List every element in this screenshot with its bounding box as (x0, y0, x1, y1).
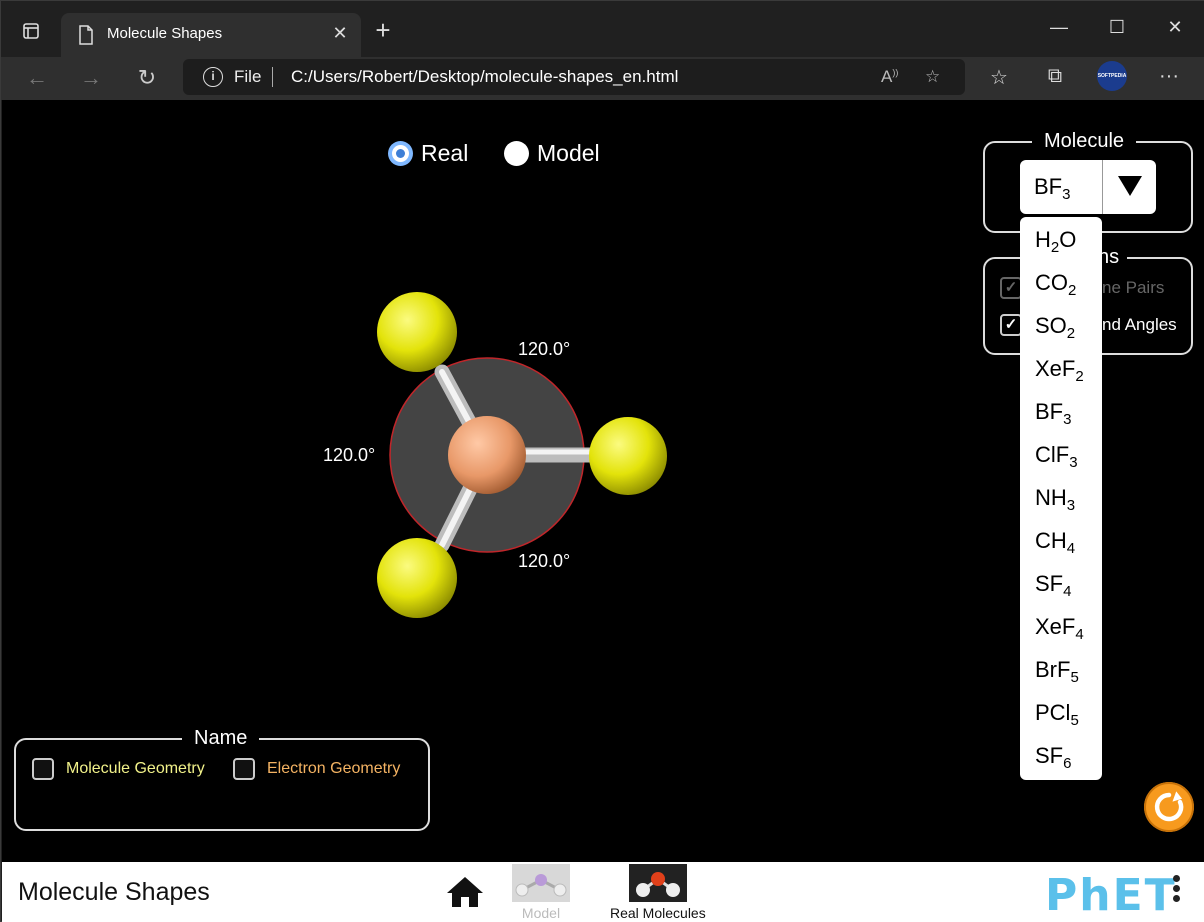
molecule-geometry-option[interactable]: Molecule Geometry (32, 758, 205, 780)
screen-button-real-molecules[interactable]: Real Molecules (610, 864, 706, 921)
terminal-atom[interactable] (377, 292, 457, 372)
electron-geometry-option[interactable]: Electron Geometry (233, 758, 400, 780)
url-divider (272, 67, 273, 87)
molecule-geometry-checkbox[interactable] (32, 758, 54, 780)
close-tab-icon[interactable]: ✕ (329, 23, 351, 44)
bond-angles-label: nd Angles (1102, 315, 1177, 334)
page-icon (79, 25, 93, 45)
tab-title: Molecule Shapes (107, 25, 223, 42)
favorites-icon[interactable]: ☆ (985, 65, 1013, 90)
address-bar[interactable]: i File C:/Users/Robert/Desktop/molecule-… (183, 59, 965, 95)
dropdown-item-ch4[interactable]: CH4 (1035, 528, 1075, 568)
bond-angle-label: 120.0° (518, 551, 571, 571)
close-window-icon[interactable]: ✕ (1155, 13, 1195, 43)
dropdown-item-so2[interactable]: SO2 (1035, 313, 1075, 353)
reset-all-button[interactable] (1144, 782, 1194, 832)
dropdown-item-brf5[interactable]: BrF5 (1035, 657, 1079, 697)
dropdown-item-xef4[interactable]: XeF4 (1035, 614, 1084, 654)
new-tab-button[interactable]: + (369, 15, 397, 45)
simulation-area: Real Model 120.0° 120.0° 120.0° ns ✓ ne … (2, 100, 1204, 862)
radio-model[interactable]: Model (504, 140, 600, 167)
phet-logo[interactable]: PhET (1045, 870, 1177, 921)
bond-angle-label: 120.0° (518, 339, 571, 359)
address-toolbar: ← → ↻ i File C:/Users/Robert/Desktop/mol… (1, 57, 1204, 100)
real-molecules-screen-icon (628, 864, 687, 902)
molecule-dropdown-list: H2O CO2 SO2 XeF2 BF3 ClF3 NH3 CH4 SF4 Xe… (1020, 217, 1102, 780)
title-bar: Molecule Shapes ✕ + — ☐ ✕ (1, 1, 1204, 57)
central-atom[interactable] (448, 416, 526, 494)
dropdown-item-sf4[interactable]: SF4 (1035, 571, 1071, 611)
radio-real-label: Real (421, 140, 469, 166)
dropdown-item-nh3[interactable]: NH3 (1035, 485, 1075, 525)
molecule-panel-title: Molecule (1032, 130, 1137, 153)
more-menu-icon[interactable]: ··· (1155, 65, 1183, 88)
lone-pairs-checkbox[interactable]: ✓ (1000, 277, 1022, 299)
radio-model-indicator[interactable] (504, 141, 529, 166)
forward-icon[interactable]: → (75, 63, 107, 93)
active-tab[interactable]: Molecule Shapes ✕ (61, 13, 361, 57)
electron-geometry-label: Electron Geometry (267, 760, 401, 777)
screen-label-real-molecules: Real Molecules (610, 905, 706, 921)
molecule-geometry-label: Molecule Geometry (66, 760, 205, 777)
dropdown-item-sf6[interactable]: SF6 (1035, 743, 1071, 783)
read-aloud-icon[interactable]: A)) (881, 67, 898, 87)
info-icon[interactable]: i (203, 67, 223, 87)
url-text[interactable]: C:/Users/Robert/Desktop/molecule-shapes_… (291, 67, 678, 87)
electron-geometry-checkbox[interactable] (233, 758, 255, 780)
dropdown-item-bf3[interactable]: BF3 (1035, 399, 1071, 439)
dropdown-item-xef2[interactable]: XeF2 (1035, 356, 1084, 396)
refresh-icon[interactable]: ↻ (131, 63, 163, 93)
bond-angle-label: 120.0° (323, 445, 376, 465)
screen-label-model: Model (521, 905, 561, 921)
phet-menu-icon[interactable] (1170, 872, 1182, 905)
combo-divider (1102, 160, 1103, 214)
model-screen-icon (512, 864, 570, 902)
browser-window: Molecule Shapes ✕ + — ☐ ✕ ← → ↻ i File C… (0, 0, 1204, 922)
screen-button-model[interactable]: Model (512, 864, 570, 921)
back-icon[interactable]: ← (21, 63, 53, 93)
minimize-icon[interactable]: — (1039, 13, 1079, 43)
dropdown-item-clf3[interactable]: ClF3 (1035, 442, 1078, 482)
home-icon[interactable] (445, 875, 485, 909)
molecule-combo-value: BF3 (1034, 174, 1071, 203)
radio-real-indicator[interactable] (388, 141, 413, 166)
terminal-atom[interactable] (377, 538, 457, 618)
collections-icon[interactable]: ⧉ (1041, 65, 1069, 88)
dropdown-item-h2o[interactable]: H2O (1035, 227, 1076, 267)
radio-real[interactable]: Real (388, 140, 468, 167)
name-panel (14, 738, 430, 831)
molecule-combo-box[interactable]: BF3 (1020, 160, 1156, 214)
lone-pairs-label: ne Pairs (1102, 278, 1165, 297)
profile-avatar[interactable]: SOFTPEDIA (1097, 61, 1127, 91)
sim-navigation-bar: Molecule Shapes Model Real Molecules PhE… (2, 862, 1204, 922)
radio-model-label: Model (537, 140, 600, 166)
terminal-atom[interactable] (589, 417, 667, 495)
dropdown-item-co2[interactable]: CO2 (1035, 270, 1076, 310)
chevron-down-icon[interactable] (1118, 176, 1142, 196)
tab-actions-icon[interactable] (21, 21, 41, 41)
url-scheme-label: File (234, 67, 262, 86)
add-favorite-icon[interactable]: ☆ (925, 67, 940, 87)
sim-title: Molecule Shapes (18, 878, 210, 906)
maximize-icon[interactable]: ☐ (1097, 13, 1137, 43)
bond-angles-checkbox[interactable]: ✓ (1000, 314, 1022, 336)
dropdown-item-pcl5[interactable]: PCl5 (1035, 700, 1079, 740)
name-panel-title: Name (182, 727, 260, 750)
